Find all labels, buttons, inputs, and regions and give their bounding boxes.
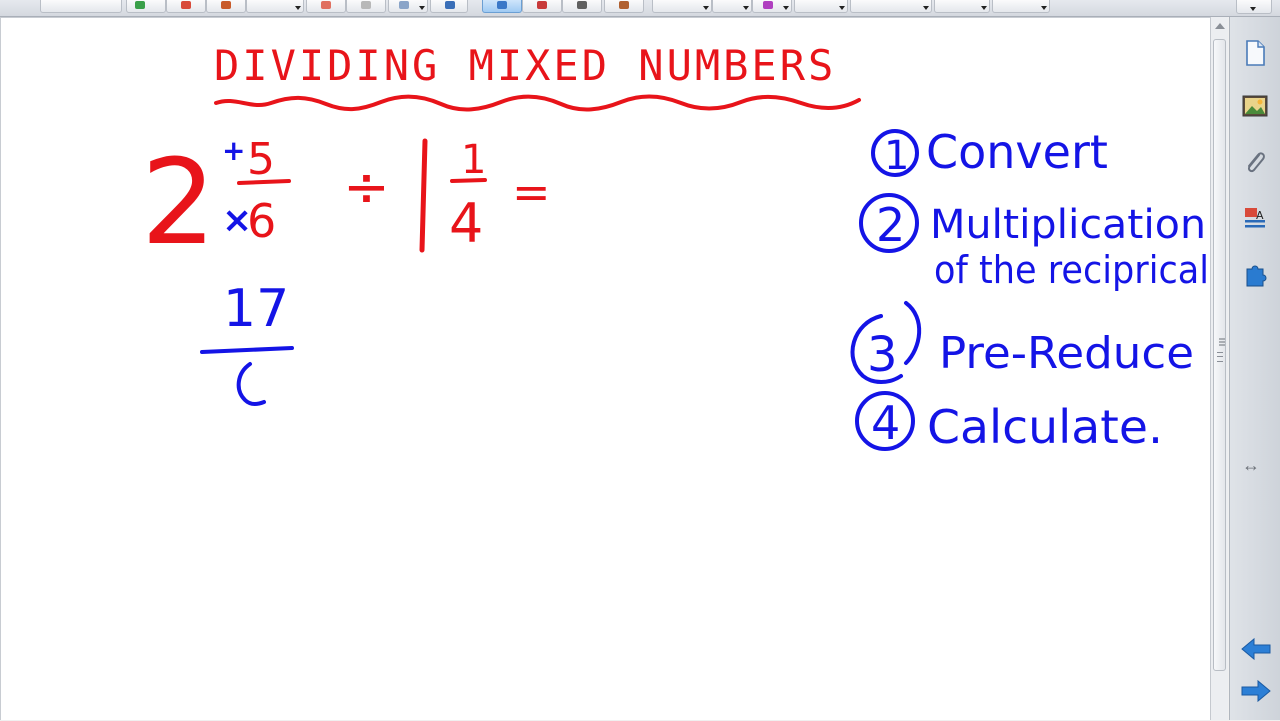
numerator-2: 1 (461, 137, 486, 183)
whole-number-2 (419, 138, 428, 253)
step-3-number: 3 (867, 327, 898, 383)
step-2-text-line2: of the reciprical (934, 248, 1209, 292)
title-underline (214, 94, 861, 112)
step-1-text: Convert (926, 125, 1108, 179)
work-denominator-partial (236, 362, 266, 406)
tab-properties[interactable]: A (1235, 199, 1275, 239)
fraction-bar-1 (237, 179, 291, 185)
table-icon (399, 1, 409, 9)
divide-sign: ÷ (343, 155, 390, 220)
previous-page-button[interactable] (1240, 637, 1272, 661)
toolbar-button[interactable] (126, 0, 166, 13)
lesson-title: DIVIDING MIXED NUMBERS (214, 41, 836, 90)
panel-grip[interactable] (1216, 336, 1228, 348)
color-icon (763, 1, 773, 9)
top-toolbar (0, 0, 1280, 17)
tab-attachments[interactable] (1235, 143, 1275, 183)
vertical-scrollbar[interactable] (1210, 17, 1228, 720)
toolbar-button[interactable] (40, 0, 122, 13)
denominator-2: 4 (449, 192, 483, 255)
line-tool-dropdown[interactable] (652, 0, 712, 13)
whole-number-1: 2 (141, 133, 216, 271)
gallery-icon (1242, 95, 1268, 117)
arrow-left-icon (1241, 637, 1271, 661)
tab-gallery[interactable] (1235, 87, 1275, 127)
denominator-1: 6 (247, 194, 276, 248)
shapes-icon (619, 1, 629, 9)
grip-icon (1217, 352, 1223, 362)
grip-icon (1219, 338, 1225, 346)
text-tool-dropdown[interactable] (712, 0, 752, 13)
refresh-icon (135, 1, 145, 9)
work-fraction-bar (200, 346, 294, 354)
attachments-icon (1247, 152, 1265, 173)
eraser-tool-button[interactable] (562, 0, 602, 13)
fraction-bar-2 (450, 178, 487, 183)
select-icon (497, 1, 507, 9)
delete-button[interactable] (306, 0, 346, 13)
delete-icon (321, 1, 331, 9)
resize-panel-icon[interactable]: ↔ (1242, 455, 1260, 476)
equals-sign: = (512, 165, 551, 219)
properties-icon: A (1245, 208, 1265, 228)
pen-icon (537, 1, 547, 9)
addons-icon (1246, 265, 1267, 287)
arrow-right-icon (1241, 679, 1271, 703)
step-3-text: Pre-Reduce (939, 328, 1194, 379)
ink-layer: DIVIDING MIXED NUMBERS 2 + × 5 6 ÷ 1 4 =… (141, 41, 1209, 454)
step-2-text: Multiplication (930, 202, 1206, 248)
step-1-number: 1 (884, 133, 909, 179)
step-4-number: 4 (871, 396, 900, 450)
toolbar-button[interactable] (166, 0, 206, 13)
tab-page-sorter[interactable] (1235, 33, 1275, 73)
next-page-button[interactable] (1240, 679, 1272, 703)
toolbar-button[interactable] (346, 0, 386, 13)
tab-addons[interactable] (1235, 255, 1275, 295)
scrollbar-thumb[interactable] (1213, 39, 1226, 671)
fill-dropdown[interactable] (794, 0, 848, 13)
eraser-icon (577, 1, 587, 9)
select-tool-button[interactable] (482, 0, 522, 13)
color-dropdown[interactable] (752, 0, 792, 13)
page-sorter-icon (1246, 40, 1265, 66)
document-camera-icon (445, 1, 455, 9)
table-dropdown[interactable] (388, 0, 428, 13)
toolbar-more-dropdown[interactable] (1236, 0, 1272, 14)
line-style-dropdown[interactable] (934, 0, 990, 13)
step-4-text: Calculate. (927, 400, 1163, 454)
step-3-circle-right (904, 301, 922, 365)
whiteboard-page[interactable]: DIVIDING MIXED NUMBERS 2 + × 5 6 ÷ 1 4 =… (0, 17, 1210, 720)
pen-tool-button[interactable] (522, 0, 562, 13)
line-width-dropdown[interactable] (850, 0, 932, 13)
plus-annotation: + (222, 134, 245, 167)
numerator-1: 5 (247, 134, 275, 185)
work-numerator: 17 (223, 279, 289, 339)
side-tab-panel: A ↔ (1219, 17, 1280, 720)
toolbar-button[interactable] (430, 0, 468, 13)
screen-shade-icon (181, 1, 191, 9)
pin-icon (361, 1, 371, 9)
toolbar-button[interactable] (206, 0, 246, 13)
transparency-dropdown[interactable] (992, 0, 1050, 13)
shapes-tool-button[interactable] (604, 0, 644, 13)
capture-icon (221, 1, 231, 9)
toolbar-dropdown[interactable] (246, 0, 304, 13)
step-2-number: 2 (876, 198, 905, 252)
scroll-up-icon[interactable] (1215, 23, 1225, 29)
